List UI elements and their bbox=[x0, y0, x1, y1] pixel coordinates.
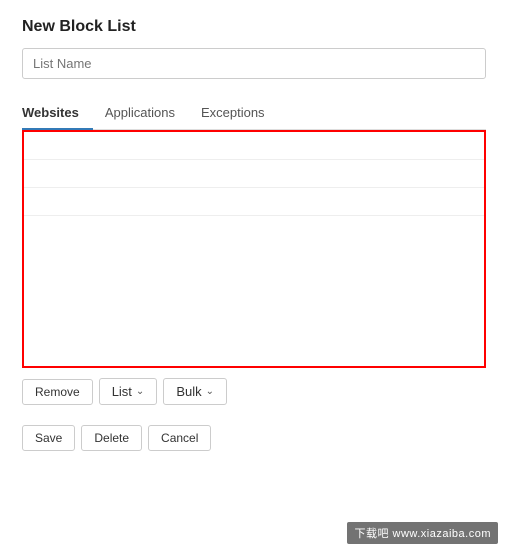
page-title: New Block List bbox=[22, 18, 486, 36]
cancel-button[interactable]: Cancel bbox=[148, 425, 211, 451]
content-area bbox=[22, 130, 486, 368]
bottom-buttons: Save Delete Cancel bbox=[22, 425, 486, 451]
list-name-input[interactable] bbox=[22, 48, 486, 79]
tab-websites[interactable]: Websites bbox=[22, 97, 93, 130]
list-chevron-icon: ⌄ bbox=[136, 386, 144, 397]
table-row bbox=[24, 132, 484, 160]
bulk-label: Bulk bbox=[176, 384, 201, 399]
remove-button[interactable]: Remove bbox=[22, 379, 93, 405]
list-label: List bbox=[112, 384, 132, 399]
bulk-dropdown-button[interactable]: Bulk ⌄ bbox=[163, 378, 227, 405]
list-dropdown-button[interactable]: List ⌄ bbox=[99, 378, 158, 405]
table-row bbox=[24, 160, 484, 188]
tab-bar: Websites Applications Exceptions bbox=[22, 97, 486, 130]
watermark: 下载吧 www.xiazaiba.com bbox=[347, 522, 498, 544]
action-buttons: Remove List ⌄ Bulk ⌄ bbox=[22, 378, 486, 405]
bulk-chevron-icon: ⌄ bbox=[206, 386, 214, 397]
tab-applications[interactable]: Applications bbox=[105, 97, 189, 130]
tab-exceptions[interactable]: Exceptions bbox=[201, 97, 279, 130]
table-row bbox=[24, 188, 484, 216]
delete-button[interactable]: Delete bbox=[81, 425, 142, 451]
save-button[interactable]: Save bbox=[22, 425, 75, 451]
